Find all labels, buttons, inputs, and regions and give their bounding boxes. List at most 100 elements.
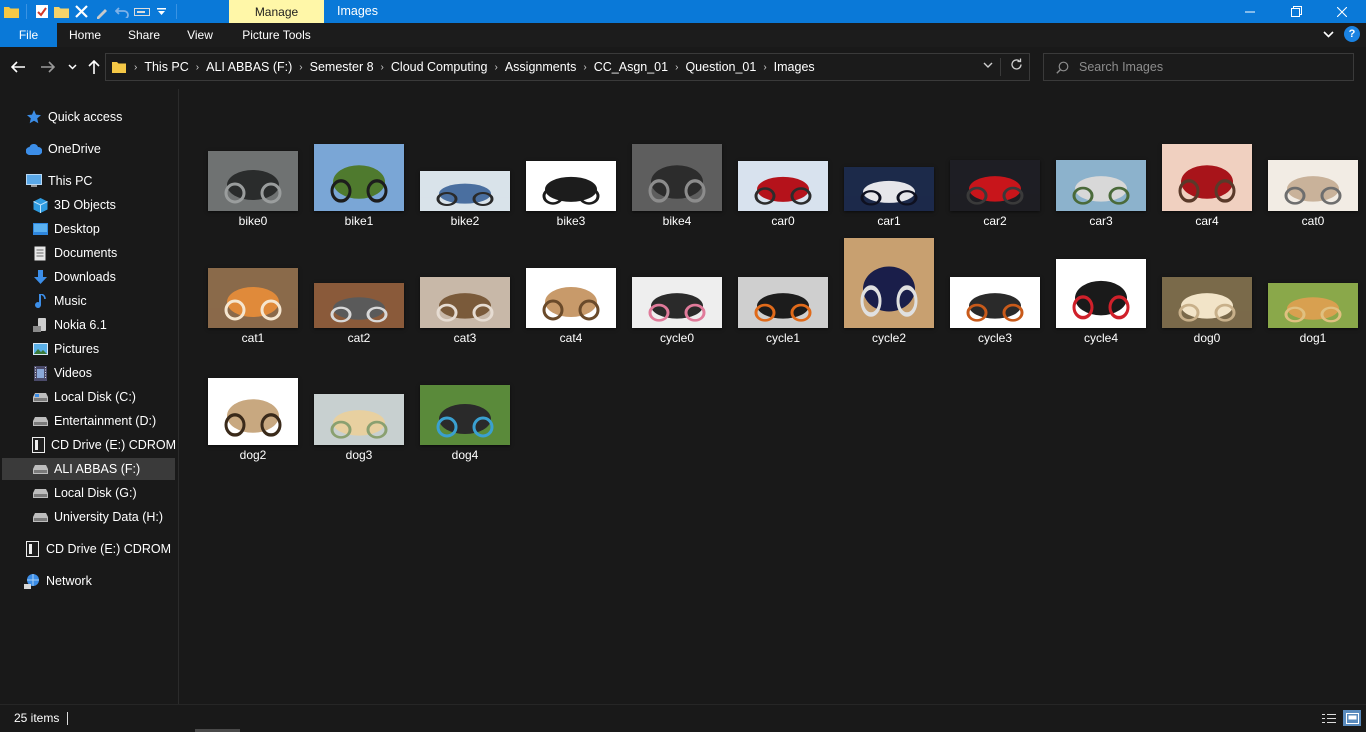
sidebar-item-onedrive[interactable]: OneDrive [2, 138, 175, 160]
file-item[interactable]: dog2 [200, 353, 306, 470]
chevron-right-icon[interactable]: › [581, 62, 588, 73]
file-item[interactable]: cycle0 [624, 236, 730, 353]
sidebar-item-videos[interactable]: Videos [2, 362, 175, 384]
tab-view[interactable]: View [173, 23, 227, 47]
file-item[interactable]: car3 [1048, 119, 1154, 236]
file-name: cycle1 [765, 331, 800, 345]
file-item[interactable]: bike1 [306, 119, 412, 236]
sidebar-item-this-pc[interactable]: This PC [2, 170, 175, 192]
breadcrumb-cc-asgn-01[interactable]: CC_Asgn_01 [589, 60, 673, 74]
sidebar-item-cd-drive-e[interactable]: CD Drive (E:) CDROM [2, 434, 176, 456]
sidebar-item-university-data-h[interactable]: University Data (H:) [2, 506, 175, 528]
address-bar[interactable]: › This PC › ALI ABBAS (F:) › Semester 8 … [105, 53, 1030, 81]
network-icon [24, 573, 40, 589]
large-icons-view-button[interactable] [1343, 710, 1361, 726]
sidebar-item-downloads[interactable]: Downloads [2, 266, 175, 288]
address-history-button[interactable] [983, 60, 993, 71]
image-thumbnail [1056, 259, 1146, 328]
file-item[interactable]: dog1 [1260, 236, 1366, 353]
file-item[interactable]: bike3 [518, 119, 624, 236]
restore-button[interactable] [1273, 0, 1319, 23]
file-name: cycle3 [977, 331, 1012, 345]
sidebar-item-music[interactable]: Music [2, 290, 175, 312]
file-item[interactable]: bike0 [200, 119, 306, 236]
properties-icon[interactable] [33, 3, 50, 20]
chevron-right-icon[interactable]: › [194, 62, 201, 73]
breadcrumb-semester-8[interactable]: Semester 8 [305, 60, 379, 74]
help-button[interactable]: ? [1344, 26, 1360, 42]
image-thumbnail [844, 167, 934, 211]
sidebar-item-ali-abbas-f[interactable]: ALI ABBAS (F:) [2, 458, 175, 480]
file-item[interactable]: cat2 [306, 236, 412, 353]
breadcrumb-images[interactable]: Images [769, 60, 820, 74]
manage-contextual-tab[interactable]: Manage [229, 0, 324, 23]
file-item[interactable]: dog3 [306, 353, 412, 470]
sidebar-item-nokia[interactable]: Nokia 6.1 [2, 314, 175, 336]
customize-toolbar-icon[interactable] [153, 3, 170, 20]
phone-icon [32, 317, 48, 333]
chevron-right-icon[interactable]: › [297, 62, 304, 73]
sidebar-item-documents[interactable]: Documents [2, 242, 175, 264]
address-row: › This PC › ALI ABBAS (F:) › Semester 8 … [0, 47, 1366, 89]
delete-icon[interactable] [73, 3, 90, 20]
search-box[interactable] [1043, 53, 1354, 81]
sidebar-item-local-disk-c[interactable]: Local Disk (C:) [2, 386, 175, 408]
up-button[interactable] [84, 57, 104, 77]
chevron-right-icon[interactable]: › [761, 62, 768, 73]
back-button[interactable] [8, 57, 28, 77]
close-icon [1337, 6, 1347, 17]
forward-button[interactable] [38, 57, 58, 77]
file-item[interactable]: dog0 [1154, 236, 1260, 353]
file-item[interactable]: cat1 [200, 236, 306, 353]
sidebar-item-pictures[interactable]: Pictures [2, 338, 175, 360]
expand-ribbon-button[interactable] [1323, 27, 1334, 41]
breadcrumb-this-pc[interactable]: This PC [139, 60, 193, 74]
file-item[interactable]: car1 [836, 119, 942, 236]
close-button[interactable] [1319, 0, 1365, 23]
new-folder-icon[interactable] [53, 3, 70, 20]
file-item[interactable]: cat4 [518, 236, 624, 353]
rename-box-icon[interactable] [133, 3, 150, 20]
tab-home[interactable]: Home [57, 23, 113, 47]
file-item[interactable]: dog4 [412, 353, 518, 470]
minimize-button[interactable] [1227, 0, 1273, 23]
recent-locations-button[interactable] [62, 57, 82, 77]
breadcrumb-assignments[interactable]: Assignments [500, 60, 582, 74]
image-thumbnail [1056, 160, 1146, 211]
sidebar-item-3d-objects[interactable]: 3D Objects [2, 194, 175, 216]
file-item[interactable]: car0 [730, 119, 836, 236]
file-item[interactable]: cat0 [1260, 119, 1366, 236]
image-thumbnail [738, 161, 828, 211]
tab-file[interactable]: File [0, 23, 57, 47]
sidebar-item-quick-access[interactable]: Quick access [2, 106, 175, 128]
rename-icon[interactable] [93, 3, 110, 20]
file-item[interactable]: bike4 [624, 119, 730, 236]
file-item[interactable]: cat3 [412, 236, 518, 353]
breadcrumb-ali-abbas-drive[interactable]: ALI ABBAS (F:) [201, 60, 297, 74]
sidebar-item-cd-drive-e-root[interactable]: CD Drive (E:) CDROM [2, 538, 175, 560]
thumbnail-frame [730, 119, 836, 211]
file-item[interactable]: car2 [942, 119, 1048, 236]
file-item[interactable]: cycle4 [1048, 236, 1154, 353]
chevron-right-icon[interactable]: › [673, 62, 680, 73]
sidebar-item-local-disk-g[interactable]: Local Disk (G:) [2, 482, 175, 504]
breadcrumb-cloud-computing[interactable]: Cloud Computing [386, 60, 493, 74]
tab-picture-tools[interactable]: Picture Tools [229, 23, 324, 47]
sidebar-item-entertainment-d[interactable]: Entertainment (D:) [2, 410, 175, 432]
file-item[interactable]: bike2 [412, 119, 518, 236]
sidebar-item-network[interactable]: Network [2, 570, 175, 592]
file-item[interactable]: cycle2 [836, 236, 942, 353]
chevron-right-icon[interactable]: › [492, 62, 499, 73]
file-item[interactable]: car4 [1154, 119, 1260, 236]
tab-share[interactable]: Share [116, 23, 172, 47]
breadcrumb-question-01[interactable]: Question_01 [680, 60, 761, 74]
file-name: car3 [1089, 214, 1113, 228]
undo-icon[interactable] [113, 3, 130, 20]
file-item[interactable]: cycle1 [730, 236, 836, 353]
sidebar-item-desktop[interactable]: Desktop [2, 218, 175, 240]
chevron-right-icon[interactable]: › [379, 62, 386, 73]
file-item[interactable]: cycle3 [942, 236, 1048, 353]
details-view-button[interactable] [1320, 710, 1338, 726]
refresh-button[interactable] [1010, 58, 1023, 74]
search-input[interactable] [1079, 60, 1329, 74]
